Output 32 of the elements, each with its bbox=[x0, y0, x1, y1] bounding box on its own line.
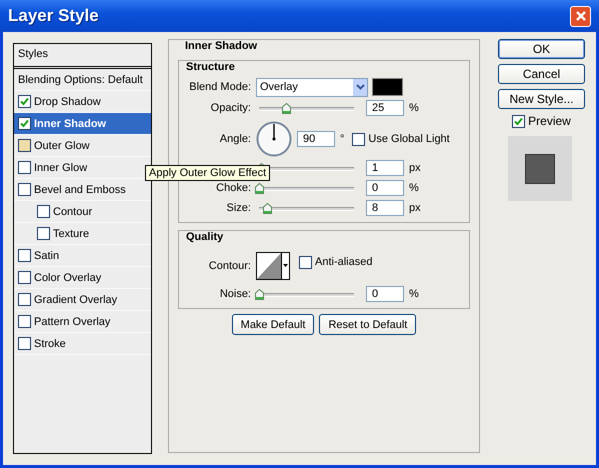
item-label: Outer Glow bbox=[34, 140, 90, 152]
tooltip: Apply Outer Glow Effect bbox=[145, 165, 270, 181]
unit-label: % bbox=[409, 102, 419, 114]
field-label: Choke: bbox=[215, 182, 251, 194]
unit-label: px bbox=[409, 202, 421, 214]
item-label: Texture bbox=[53, 228, 90, 240]
field-label: Blend Mode: bbox=[188, 81, 251, 93]
field-label: Contour: bbox=[208, 260, 251, 272]
item-label: Satin bbox=[34, 250, 60, 262]
item-label: Gradient Overlay bbox=[34, 294, 118, 306]
item-label: Inner Glow bbox=[34, 162, 88, 174]
field-label: Size: bbox=[226, 202, 251, 214]
field-label: Opacity: bbox=[210, 102, 251, 114]
field-label: Angle: bbox=[218, 133, 251, 145]
field-label: Noise: bbox=[218, 288, 251, 300]
item-label: Contour bbox=[53, 206, 92, 218]
checkbox-label: Anti-aliased bbox=[315, 256, 372, 268]
item-label: Bevel and Emboss bbox=[34, 184, 126, 196]
item-label: Pattern Overlay bbox=[34, 316, 110, 328]
window-title: Layer Style bbox=[8, 6, 99, 26]
checkbox-label: Use Global Light bbox=[368, 133, 450, 145]
unit-label: ° bbox=[340, 133, 344, 145]
item-label: Drop Shadow bbox=[34, 96, 101, 108]
panel-header: Styles bbox=[14, 44, 151, 69]
item-label: Color Overlay bbox=[34, 272, 102, 284]
item-label: Inner Shadow bbox=[34, 118, 106, 130]
item-label: Stroke bbox=[34, 338, 66, 350]
unit-label: px bbox=[409, 162, 421, 174]
group-title: Quality bbox=[183, 231, 226, 244]
unit-label: % bbox=[409, 288, 419, 300]
checkbox-label: Preview bbox=[528, 114, 571, 128]
unit-label: % bbox=[409, 182, 419, 194]
